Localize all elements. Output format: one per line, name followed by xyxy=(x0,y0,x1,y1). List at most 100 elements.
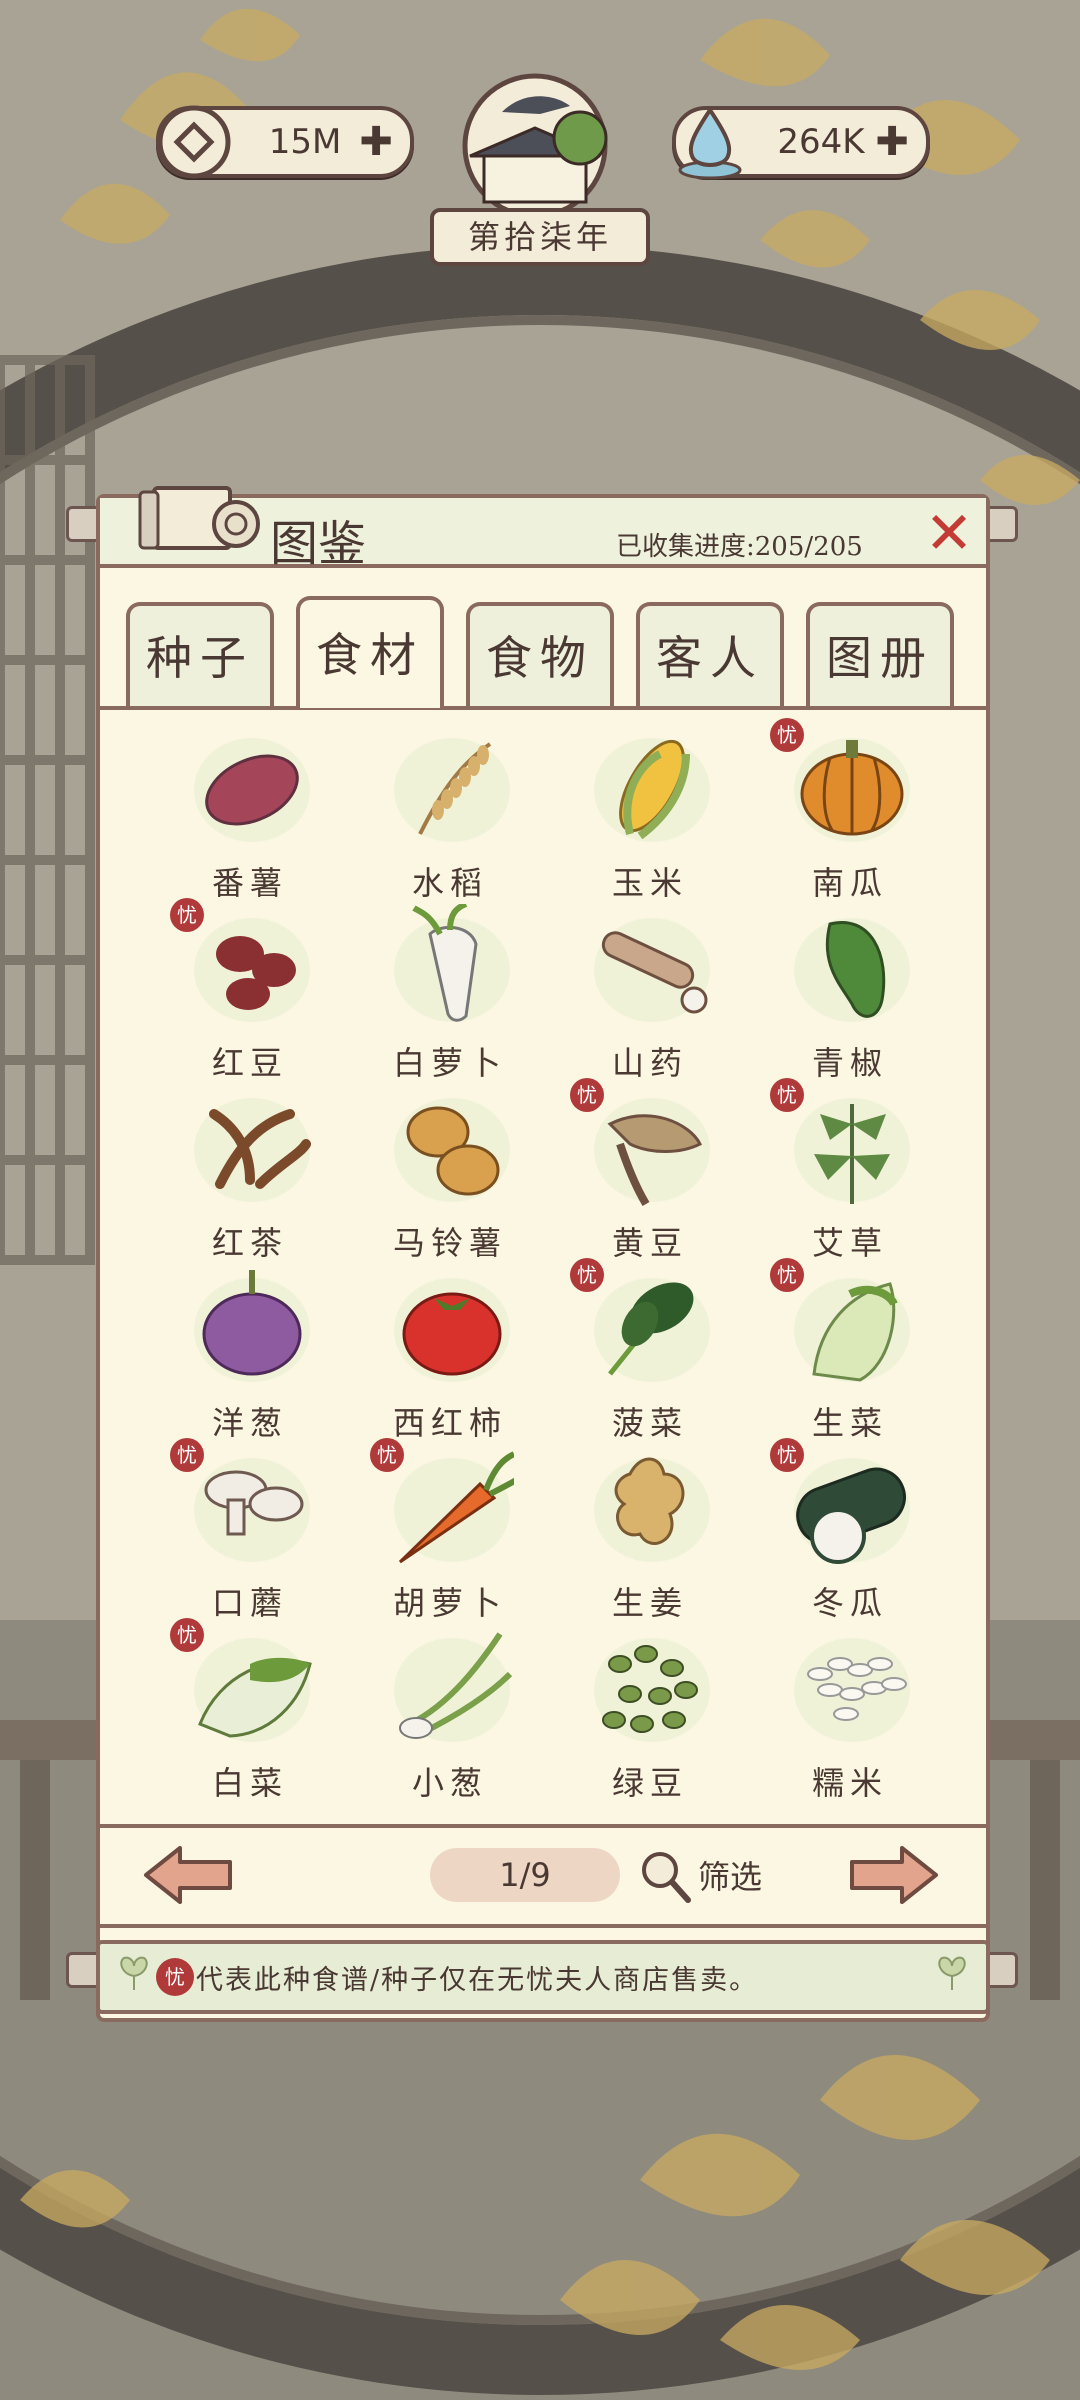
ingredient-grid: 番薯 水稻 玉米忧南瓜忧红豆 白萝卜 山药 青椒 红茶 马铃薯忧黄豆忧艾草 洋葱 西红柿忧菠菜忧生… xyxy=(120,718,966,1804)
ingredient-card[interactable]: 西红柿 xyxy=(350,1264,550,1444)
exclusive-badge-icon: 忧 xyxy=(156,1958,194,1996)
ginkgo-leaf-icon xyxy=(938,1956,966,1990)
note-text: 代表此种食谱/种子仅在无忧夫人商店售卖。 xyxy=(196,1965,759,1996)
potato-icon xyxy=(394,1098,510,1202)
shop-note-bar: 忧 代表此种食谱/种子仅在无忧夫人商店售卖。 xyxy=(96,1940,990,2014)
ingredient-name: 口蘑 xyxy=(211,1584,288,1622)
ingredient-name: 冬瓜 xyxy=(811,1584,888,1622)
scroll-icon xyxy=(138,486,260,550)
exclusive-badge-icon: 忧 xyxy=(770,1078,804,1112)
ingredient-card[interactable]: 忧黄豆 xyxy=(550,1078,750,1264)
glutinous-rice-icon xyxy=(794,1638,910,1742)
ginkgo-leaf-icon xyxy=(120,1956,148,1990)
magnifier-icon xyxy=(642,1852,691,1903)
add-essence-button[interactable]: ✚ xyxy=(872,122,912,162)
ingredient-name: 菠菜 xyxy=(611,1404,688,1442)
prev-page-arrow-icon[interactable] xyxy=(140,1842,236,1908)
exclusive-badge-icon: 忧 xyxy=(170,898,204,932)
tomato-icon xyxy=(394,1278,510,1382)
mushroom-icon xyxy=(194,1458,310,1562)
encyclopedia-panel: 图鉴 已收集进度:205/205 ✕ 种子 食材 食物 客人 图册 番薯 水稻 玉米… xyxy=(96,486,990,2022)
winter-melon-icon xyxy=(794,1458,910,1564)
ingredient-card[interactable]: 红茶 xyxy=(150,1084,350,1264)
ingredient-card[interactable]: 忧白菜 xyxy=(150,1618,350,1804)
exclusive-badge-icon: 忧 xyxy=(370,1438,404,1472)
ingredient-card[interactable]: 忧生菜 xyxy=(750,1258,950,1444)
tab-seeds[interactable]: 种子 xyxy=(126,602,274,706)
soybean-icon xyxy=(594,1098,710,1207)
exclusive-badge-icon: 忧 xyxy=(170,1618,204,1652)
page-indicator: 1/9 xyxy=(430,1848,620,1902)
ingredient-name: 洋葱 xyxy=(211,1404,288,1442)
ingredient-name: 玉米 xyxy=(611,864,688,902)
green-pepper-icon xyxy=(794,918,910,1022)
ingredient-name: 红豆 xyxy=(211,1044,288,1082)
mung-bean-icon xyxy=(594,1638,710,1742)
ingredient-card[interactable]: 小葱 xyxy=(350,1624,550,1804)
yam-icon xyxy=(594,918,710,1022)
ingredient-name: 黄豆 xyxy=(611,1224,688,1262)
ginger-icon xyxy=(594,1457,710,1562)
tab-bar: 种子 食材 食物 客人 图册 xyxy=(100,596,986,710)
exclusive-badge-icon: 忧 xyxy=(770,1438,804,1472)
add-coins-button[interactable]: ✚ xyxy=(356,122,396,162)
essence-counter[interactable]: 264K ✚ xyxy=(672,106,930,180)
cabbage-icon xyxy=(194,1638,312,1742)
black-tea-icon xyxy=(194,1098,311,1202)
ingredient-name: 山药 xyxy=(611,1044,688,1082)
ingredient-card[interactable]: 忧红豆 xyxy=(150,898,350,1084)
ingredient-card[interactable]: 忧南瓜 xyxy=(750,718,950,904)
ingredient-card[interactable]: 玉米 xyxy=(550,724,750,904)
ingredient-card[interactable]: 忧冬瓜 xyxy=(750,1438,950,1624)
next-page-arrow-icon[interactable] xyxy=(846,1842,942,1908)
rice-icon xyxy=(394,738,510,842)
corn-icon xyxy=(594,738,710,842)
ingredient-card[interactable]: 忧口蘑 xyxy=(150,1438,350,1624)
sweet-potato-icon xyxy=(194,738,310,842)
ingredient-name: 生姜 xyxy=(611,1584,688,1622)
ingredient-name: 生菜 xyxy=(811,1404,888,1442)
ingredient-card[interactable]: 洋葱 xyxy=(150,1264,350,1444)
exclusive-badge-icon: 忧 xyxy=(770,718,804,752)
pager-bar: 1/9 筛选 xyxy=(100,1824,986,1928)
ingredient-card[interactable]: 忧菠菜 xyxy=(550,1258,750,1444)
panel-title: 图鉴 xyxy=(270,516,367,572)
ingredient-card[interactable]: 忧胡萝卜 xyxy=(350,1438,550,1624)
ingredient-name: 白萝卜 xyxy=(392,1044,507,1082)
ingredient-name: 番薯 xyxy=(211,864,288,902)
ingredient-name: 水稻 xyxy=(411,864,488,902)
tab-food[interactable]: 食物 xyxy=(466,602,614,706)
ingredient-card[interactable]: 番薯 xyxy=(150,724,350,904)
tab-ingredients[interactable]: 食材 xyxy=(296,596,444,708)
filter-button[interactable]: 筛选 xyxy=(636,1842,776,1908)
mugwort-icon xyxy=(794,1098,910,1204)
ingredient-card[interactable]: 生姜 xyxy=(550,1444,750,1624)
ingredient-card[interactable]: 白萝卜 xyxy=(350,904,550,1084)
carrot-icon xyxy=(394,1451,514,1564)
filter-label: 筛选 xyxy=(698,1858,763,1896)
ingredient-card[interactable]: 山药 xyxy=(550,904,750,1084)
ingredient-card[interactable]: 马铃薯 xyxy=(350,1084,550,1264)
close-button[interactable]: ✕ xyxy=(922,504,976,562)
ingredient-card[interactable]: 忧艾草 xyxy=(750,1078,950,1264)
ingredient-card[interactable]: 绿豆 xyxy=(550,1624,750,1804)
ingredient-name: 糯米 xyxy=(811,1764,888,1802)
exclusive-badge-icon: 忧 xyxy=(770,1258,804,1292)
white-radish-icon xyxy=(394,904,510,1022)
exclusive-badge-icon: 忧 xyxy=(570,1258,604,1292)
tab-album[interactable]: 图册 xyxy=(806,602,954,706)
ingredient-name: 青椒 xyxy=(811,1044,888,1082)
ingredient-card[interactable]: 糯米 xyxy=(750,1624,950,1804)
tab-guests[interactable]: 客人 xyxy=(636,602,784,706)
ingredient-name: 胡萝卜 xyxy=(392,1584,507,1622)
ingredient-name: 艾草 xyxy=(811,1224,888,1262)
coin-counter[interactable]: 15M ✚ xyxy=(156,105,414,179)
ingredient-name: 西红柿 xyxy=(392,1404,507,1442)
spinach-icon xyxy=(594,1278,710,1382)
ingredient-name: 绿豆 xyxy=(611,1764,688,1802)
ingredient-card[interactable]: 水稻 xyxy=(350,724,550,904)
ingredient-card[interactable]: 青椒 xyxy=(750,904,950,1084)
house-emblem-icon xyxy=(462,73,608,216)
pumpkin-icon xyxy=(794,738,910,842)
exclusive-badge-icon: 忧 xyxy=(570,1078,604,1112)
